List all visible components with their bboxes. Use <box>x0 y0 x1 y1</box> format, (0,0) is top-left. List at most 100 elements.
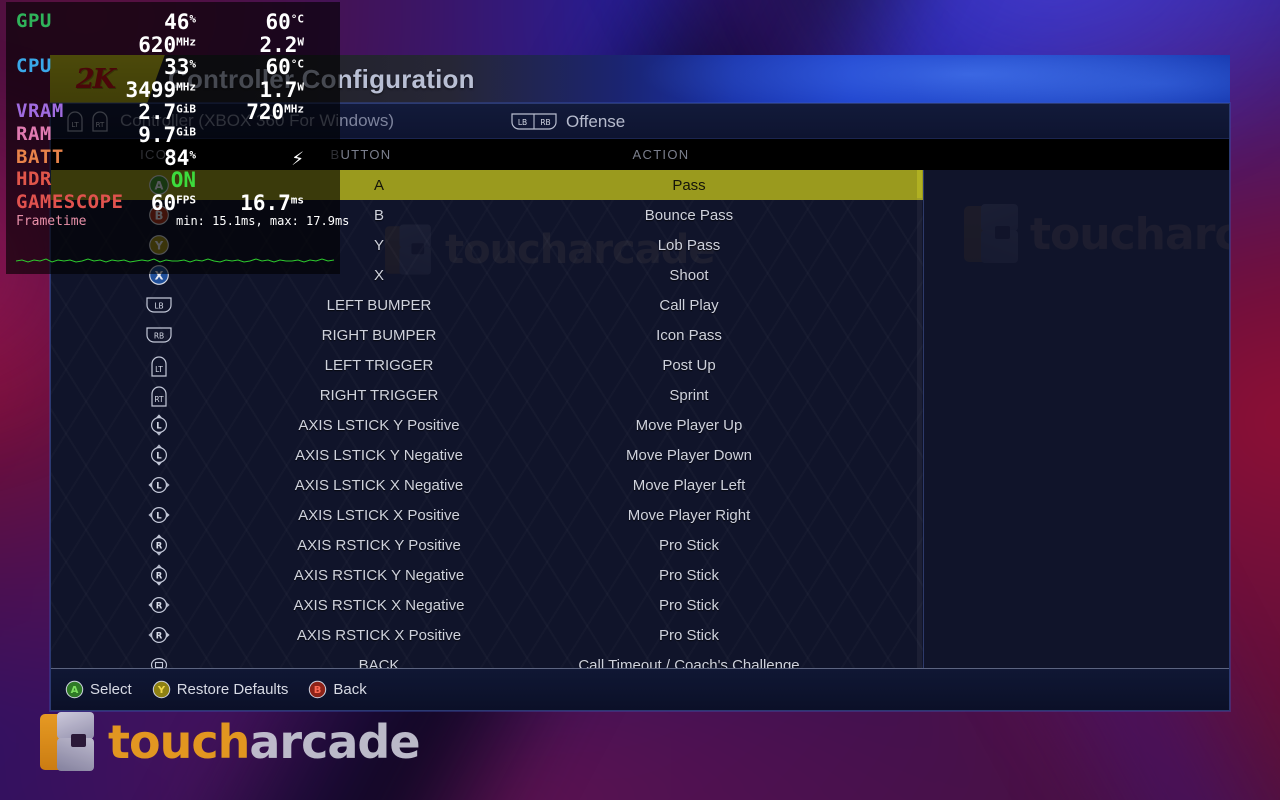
hud-value: 3499 <box>125 77 177 102</box>
svg-text:R: R <box>156 632 163 642</box>
action-hint-back[interactable]: B Back <box>308 680 367 699</box>
row-action-label: Pass <box>672 176 706 194</box>
svg-text:RB: RB <box>154 332 164 341</box>
hud-unit2: °C <box>290 12 304 26</box>
lstick-down-icon: L <box>150 444 168 466</box>
table-row[interactable]: L AXIS LSTICK Y Negative Move Player Down <box>51 440 923 470</box>
row-button-label: AXIS RSTICK Y Negative <box>293 566 465 584</box>
hud-unit2: MHz <box>284 103 304 117</box>
row-action-label: Move Player Up <box>635 416 743 434</box>
row-action-label: Pro Stick <box>658 566 719 584</box>
svg-text:L: L <box>156 422 162 432</box>
table-row[interactable]: LT LEFT TRIGGER Post Up <box>51 350 923 380</box>
svg-text:LB: LB <box>518 118 527 127</box>
rstick-left-icon: R <box>148 596 170 614</box>
action-hint-label: Select <box>90 681 132 698</box>
lstick-left-icon: L <box>148 476 170 494</box>
row-button-label: BACK <box>358 656 400 669</box>
hud-value-primary: 84% <box>106 146 196 170</box>
hud-unit: FPS <box>176 193 196 207</box>
tab-offense[interactable]: LB RB Offense <box>511 104 625 139</box>
table-row[interactable]: L AXIS LSTICK X Positive Move Player Righ… <box>51 500 923 530</box>
row-icon-cell: R <box>51 624 239 646</box>
table-row[interactable]: R AXIS RSTICK X Negative Pro Stick <box>51 590 923 620</box>
hud-unit: % <box>189 12 196 26</box>
hud-unit2: ms <box>290 193 304 207</box>
action-hint-label: Restore Defaults <box>176 681 289 698</box>
svg-text:Y: Y <box>157 685 166 696</box>
table-row[interactable]: LB LEFT BUMPER Call Play <box>51 290 923 320</box>
action-hint-restore-defaults[interactable]: Y Restore Defaults <box>152 680 289 699</box>
row-action-label: Shoot <box>669 266 709 284</box>
row-action-label: Lob Pass <box>657 236 721 254</box>
right-trigger-icon: RT <box>151 385 167 407</box>
row-action-label: Move Player Left <box>632 476 746 494</box>
svg-text:A: A <box>71 685 79 696</box>
hud-value: 9.7 <box>138 123 177 147</box>
table-row[interactable]: R AXIS RSTICK Y Positive Pro Stick <box>51 530 923 560</box>
row-action-label: Icon Pass <box>656 326 722 344</box>
bumper-tab-icon: LB RB <box>511 113 557 130</box>
hud-value-primary: 2.7GiB <box>106 100 196 124</box>
table-row[interactable]: RT RIGHT TRIGGER Sprint <box>51 380 923 410</box>
action-hint-select[interactable]: A Select <box>65 680 132 699</box>
row-action-label: Pro Stick <box>658 536 719 554</box>
performance-overlay: GPU 46% 60°C 620MHz 2.2W CPU 33% 60°C 3499MHz 1.7… <box>6 2 349 274</box>
hud-unit: MHz <box>176 80 196 94</box>
row-button-label: AXIS LSTICK X Negative <box>294 476 464 494</box>
back-button-icon <box>150 658 168 668</box>
list-scrollbar[interactable] <box>917 170 922 668</box>
hud-value-secondary: 720MHz <box>204 100 304 124</box>
svg-text:LB: LB <box>154 302 163 311</box>
row-button-label: RIGHT BUMPER <box>321 326 437 344</box>
row-action-label: Sprint <box>669 386 709 404</box>
hud-label: CPU <box>16 55 52 78</box>
hud-value-secondary: 2.2W <box>204 33 304 57</box>
a-button-icon: A <box>65 680 84 699</box>
hud-value: ON <box>170 168 196 193</box>
hud-value-secondary: ⚡ <box>204 146 304 170</box>
table-row[interactable]: RB RIGHT BUMPER Icon Pass <box>51 320 923 350</box>
hud-value: 60 <box>150 190 177 215</box>
hud-unit: % <box>189 57 196 71</box>
svg-text:B: B <box>314 685 322 696</box>
tab-label: Offense <box>566 111 626 131</box>
hud-value-secondary: 60°C <box>204 10 304 34</box>
left-bumper-icon: LB <box>146 297 172 313</box>
table-row[interactable]: R AXIS RSTICK X Positive Pro Stick <box>51 620 923 650</box>
table-row[interactable]: L AXIS LSTICK X Negative Move Player Left <box>51 470 923 500</box>
hud-value: 84 <box>164 145 190 170</box>
svg-text:R: R <box>156 602 163 612</box>
row-icon-cell: L <box>51 474 239 496</box>
hud-value: 2.7 <box>138 100 177 125</box>
rstick-up-icon: R <box>150 534 168 556</box>
row-icon-cell: R <box>51 534 239 556</box>
hud-value-primary: ON <box>106 168 196 192</box>
action-bar: A Select Y Restore Defaults B Back <box>51 668 1229 710</box>
table-row[interactable]: BACK Call Timeout / Coach's Challenge <box>51 650 923 668</box>
scrollbar-thumb[interactable] <box>917 170 922 198</box>
hud-label: RAM <box>16 123 52 145</box>
table-row[interactable]: L AXIS LSTICK Y Positive Move Player Up <box>51 410 923 440</box>
row-button-label: AXIS RSTICK X Positive <box>296 626 462 644</box>
hud-value-primary: 3499MHz <box>106 78 196 102</box>
row-icon-cell: R <box>51 564 239 586</box>
hud-unit: GiB <box>176 125 196 139</box>
hud-value2: 720 <box>246 100 285 125</box>
hud-value: 46 <box>164 10 190 34</box>
row-button-label: LEFT TRIGGER <box>324 356 434 374</box>
hud-value-secondary: 1.7W <box>204 78 304 102</box>
hud-label: BATT <box>16 145 64 168</box>
b-button-icon: B <box>309 680 327 699</box>
row-action-label: Pro Stick <box>658 626 719 644</box>
frametime-label: Frametime <box>16 214 87 229</box>
hud-value-primary: 33% <box>106 55 196 79</box>
hud-unit2: W <box>297 80 304 94</box>
hud-value-primary: 9.7GiB <box>106 123 196 147</box>
table-row[interactable]: R AXIS RSTICK Y Negative Pro Stick <box>51 560 923 590</box>
row-action-label: Move Player Down <box>626 446 752 464</box>
detail-panel: toucharcade <box>923 170 1229 668</box>
hud-unit2: °C <box>290 57 304 71</box>
hud-value: 33 <box>164 55 190 80</box>
row-action-label: Call Play <box>659 296 719 314</box>
